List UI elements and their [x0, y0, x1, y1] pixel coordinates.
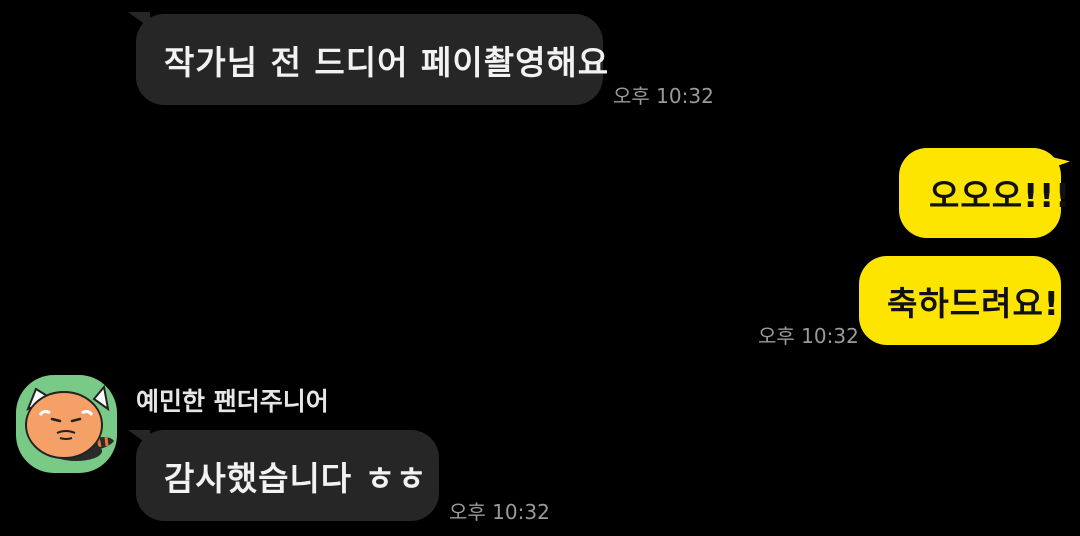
message-bubble[interactable]: 감사했습니다 ㅎㅎ [136, 430, 439, 521]
message-bubble[interactable]: 오오오!!! [899, 148, 1070, 238]
message-bubble[interactable]: 축하드려요! [859, 256, 1061, 345]
message-text: 축하드려요! [887, 283, 1060, 323]
message-bubble[interactable]: 작가님 전 드디어 페이촬영해요 [136, 14, 608, 105]
red-panda-avatar-icon[interactable] [16, 375, 117, 473]
message-text: 오오오!!! [929, 176, 1072, 215]
message-timestamp: 오후 10:32 [613, 84, 714, 108]
sender-name: 예민한 팬더주니어 [136, 387, 329, 416]
message-text: 작가님 전 드디어 페이촬영해요 [164, 42, 610, 82]
message-timestamp: 오후 10:32 [449, 500, 550, 524]
message-timestamp: 오후 10:32 [758, 324, 859, 348]
message-text: 감사했습니다 ㅎㅎ [164, 458, 428, 498]
